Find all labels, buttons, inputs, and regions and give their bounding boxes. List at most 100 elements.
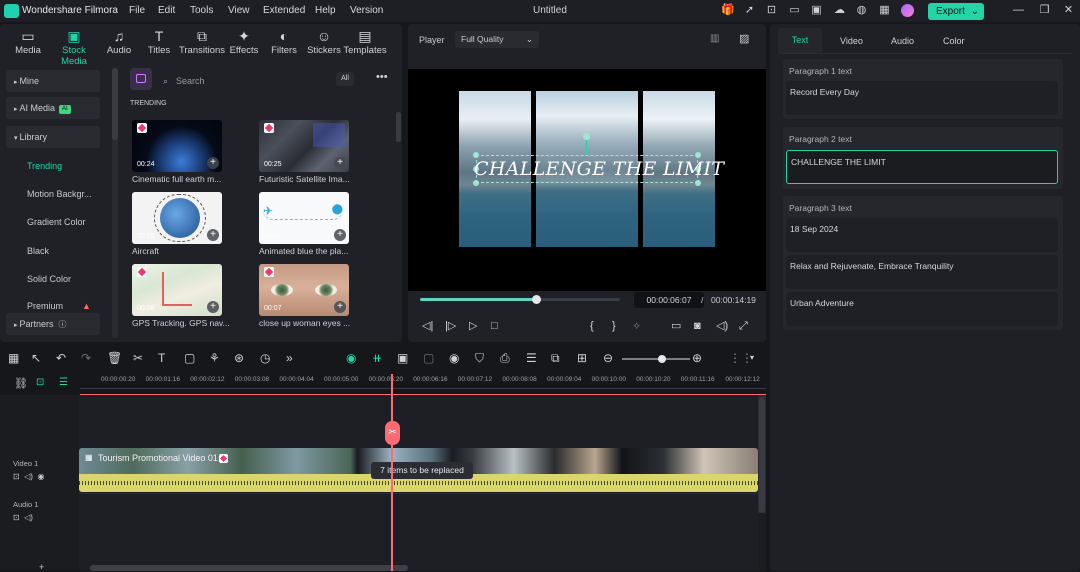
layout-grid-icon[interactable]: ▦ [8, 352, 19, 364]
shield-icon[interactable]: ⛉ [475, 352, 484, 364]
tab-video[interactable]: Video [840, 36, 863, 46]
more-tools-icon[interactable]: » [286, 352, 293, 364]
ai-image-icon[interactable] [130, 68, 152, 90]
playhead-scissors-icon[interactable]: ✂ [385, 421, 400, 445]
play-icon[interactable]: ▷ [469, 320, 477, 332]
snap-icon[interactable]: ⧺ [372, 352, 382, 364]
sidebar-item-solid-color[interactable]: Solid Color [6, 268, 100, 290]
menu-file[interactable]: File [129, 5, 145, 16]
close-icon[interactable]: ✕ [1062, 4, 1075, 17]
tab-audio[interactable]: Audio [891, 36, 914, 46]
stock-thumbnail[interactable]: ✈ ⬤ 00:07 + [259, 192, 349, 244]
filter-select[interactable]: All [336, 72, 354, 86]
mark-out-icon[interactable]: } [612, 320, 616, 332]
add-track-icon[interactable]: ⊡ [36, 377, 44, 388]
zoom-out-icon[interactable]: ⊖ [603, 352, 613, 364]
tab-titles[interactable]: T Titles [135, 28, 183, 56]
paragraph-3-field-2[interactable]: Relax and Rejuvenate, Embrace Tranquilit… [786, 255, 1058, 289]
zoom-slider-knob[interactable] [658, 355, 666, 363]
mark-in-icon[interactable]: { [590, 320, 594, 332]
sidebar-item-premium[interactable]: Premium ▲ [6, 295, 100, 311]
microphone-icon[interactable]: ⎙ [500, 352, 510, 364]
speed-icon[interactable]: ◷ [260, 352, 270, 364]
sidebar-scrollbar[interactable] [112, 68, 118, 338]
add-icon[interactable]: + [334, 229, 346, 241]
select-tool-icon[interactable]: ↖ [31, 352, 41, 364]
menu-tools[interactable]: Tools [190, 5, 213, 16]
save-icon[interactable]: ▣ [810, 4, 823, 17]
stock-thumbnail[interactable]: 00:24 + [132, 120, 222, 172]
auto-ripple-icon[interactable]: ◉ [346, 352, 356, 364]
track-manager-icon[interactable]: ☰ [59, 377, 68, 388]
volume-icon[interactable]: ◁) [24, 513, 33, 522]
add-icon[interactable]: + [207, 301, 219, 313]
grid-scrollbar[interactable] [396, 112, 401, 142]
keyframe-icon[interactable]: ⊞ [577, 352, 587, 364]
sidebar-item-motion-backgrounds[interactable]: Motion Backgr... [6, 183, 100, 205]
scrollbar-thumb[interactable] [112, 68, 118, 140]
tab-text[interactable]: Text [778, 28, 822, 53]
camera-snapshot-icon[interactable]: ◙ [694, 320, 701, 332]
stock-thumbnail[interactable]: 00:07 + [259, 264, 349, 316]
tab-templates[interactable]: ▤ Templates [341, 28, 389, 56]
zoom-slider[interactable] [622, 355, 690, 363]
menu-view[interactable]: View [228, 5, 250, 16]
picture-in-picture-icon[interactable]: ⧉ [551, 352, 560, 364]
export-button[interactable]: Export ⌄ [928, 3, 984, 20]
scrollbar-thumb[interactable] [759, 397, 765, 513]
monitor-output-icon[interactable]: ▭ [671, 320, 681, 332]
menu-edit[interactable]: Edit [158, 5, 175, 16]
paragraph-1-field[interactable]: Record Every Day [786, 81, 1058, 115]
sidebar-item-ai-media[interactable]: ▸ AI Media AI [6, 97, 100, 119]
next-frame-icon[interactable]: |▷ [445, 320, 456, 332]
add-icon[interactable]: + [334, 157, 346, 169]
lock-icon[interactable]: ⊡ [13, 472, 20, 481]
monitor-icon[interactable]: ▭ [788, 4, 801, 17]
image-view-icon[interactable]: ▨ [739, 32, 749, 45]
stop-icon[interactable]: □ [491, 320, 498, 332]
sidebar-item-black[interactable]: Black [6, 240, 100, 262]
recording-icon[interactable]: ⊡ [765, 4, 778, 17]
progress-track[interactable] [420, 295, 620, 304]
split-scissors-icon[interactable]: ✂ [133, 352, 143, 364]
marker-tool-icon[interactable]: ◉ [449, 352, 459, 364]
notification-icon[interactable]: ◍ [855, 4, 868, 17]
undo-icon[interactable]: ↶ [56, 352, 66, 364]
timeline-ruler[interactable]: ⛓ ⊡ ☰ 00:00:00:20 00:00:01:16 00:00:02:12 0… [0, 372, 766, 396]
stock-thumbnail[interactable]: 00:05 + [132, 192, 222, 244]
volume-icon[interactable]: ◁) [24, 472, 33, 481]
tab-color[interactable]: Color [943, 36, 965, 46]
vertical-scrollbar[interactable] [758, 395, 766, 513]
sidebar-item-library[interactable]: ▾ Library [6, 126, 100, 148]
sidebar-item-gradient-color[interactable]: Gradient Color [6, 211, 100, 233]
cloud-icon[interactable]: ☁ [833, 4, 846, 17]
sidebar-item-mine[interactable]: ▸ Mine [6, 70, 100, 92]
minimize-icon[interactable]: — [1012, 4, 1025, 17]
tab-stock-media[interactable]: ▣ Stock Media [49, 28, 99, 67]
progress-knob[interactable] [532, 295, 541, 304]
add-icon[interactable]: + [207, 229, 219, 241]
stock-thumbnail[interactable]: 00:08 + [132, 264, 222, 316]
resize-handle[interactable] [695, 180, 701, 186]
ai-tools-icon[interactable]: ⊛ [234, 352, 244, 364]
paragraph-3-field-3[interactable]: Urban Adventure [786, 292, 1058, 326]
tab-media[interactable]: ▭ Media [4, 28, 52, 56]
sidebar-item-trending[interactable]: Trending [6, 155, 100, 177]
delete-icon[interactable]: 🗑 [107, 352, 122, 364]
eye-icon[interactable]: ◉ [37, 472, 44, 481]
paragraph-2-field[interactable]: CHALLENGE THE LIMIT [786, 150, 1058, 184]
render-preview-icon[interactable]: ▣ [397, 352, 408, 364]
stock-thumbnail[interactable]: 00:25 + [259, 120, 349, 172]
volume-icon[interactable]: ◁) [716, 320, 728, 332]
resize-handle[interactable] [473, 180, 479, 186]
add-icon[interactable]: + [207, 157, 219, 169]
restore-icon[interactable]: ❐ [1038, 4, 1051, 17]
lock-icon[interactable]: ⊡ [13, 513, 20, 522]
link-icon[interactable]: ⛓ [14, 377, 28, 390]
gift-icon[interactable]: 🎁 [721, 4, 735, 17]
crop-icon[interactable]: ▢ [184, 352, 195, 364]
menu-help[interactable]: Help [315, 5, 336, 16]
redo-icon[interactable]: ↷ [81, 352, 91, 364]
snapshot-grid-icon[interactable]: ▥ [710, 33, 719, 44]
rotate-handle[interactable] [583, 133, 590, 140]
